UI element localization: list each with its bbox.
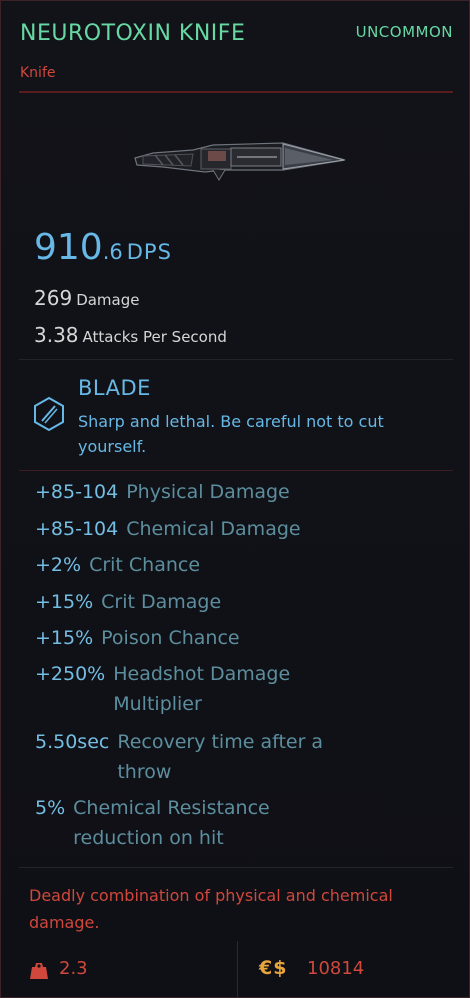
- modifier-label: Crit Damage: [101, 591, 222, 613]
- modifier-row: +2% Crit Chance: [35, 550, 200, 580]
- item-type: Knife: [20, 65, 56, 81]
- modifier-label: Physical Damage: [126, 481, 290, 503]
- modifier-value: +85-104: [35, 481, 119, 503]
- modifier-row: +250% Headshot Damage Multiplier: [35, 659, 293, 719]
- modifier-label: Headshot Damage Multiplier: [113, 663, 291, 715]
- footer-divider: [237, 941, 238, 997]
- modifier-value: +15%: [35, 627, 94, 649]
- stats-divider: [19, 359, 453, 360]
- aps-value: 3.38: [34, 323, 79, 347]
- price-value: 10814: [307, 958, 365, 979]
- flavor-text: Deadly combination of physical and chemi…: [29, 886, 393, 932]
- modifier-row: +15% Poison Chance: [35, 623, 240, 653]
- modifier-label: Chemical Resistance reduction on hit: [73, 797, 270, 849]
- dps-readout: 910.6 DPS: [34, 227, 172, 268]
- modifier-row: +15% Crit Damage: [35, 587, 221, 617]
- weight-icon: [30, 963, 48, 979]
- item-name: NEUROTOXIN KNIFE: [20, 21, 246, 46]
- modifier-value: +15%: [35, 591, 94, 613]
- modifier-row: +85-104 Physical Damage: [35, 477, 290, 507]
- item-rarity: UNCOMMON: [355, 23, 453, 41]
- modifier-row: 5% Chemical Resistance reduction on hit: [35, 793, 288, 853]
- currency-icon: €$: [259, 957, 288, 979]
- dps-unit: DPS: [126, 240, 172, 264]
- modifier-row: 5.50sec Recovery time after a throw: [35, 727, 332, 787]
- modifier-value: 5.50sec: [35, 731, 110, 753]
- modifier-label: Crit Chance: [89, 554, 201, 576]
- modifier-label: Poison Chance: [101, 627, 240, 649]
- item-tooltip-card: NEUROTOXIN KNIFE UNCOMMON Knife 910.6 DPS…: [0, 0, 470, 998]
- header-divider: [19, 91, 453, 93]
- aps-label: Attacks Per Second: [82, 328, 227, 346]
- damage-stat: 269 Damage: [34, 286, 139, 310]
- weight-value: 2.3: [59, 958, 88, 979]
- modifier-label: Chemical Damage: [126, 518, 301, 540]
- dps-whole: 910: [34, 227, 103, 268]
- modifier-row: +85-104 Chemical Damage: [35, 514, 301, 544]
- modifier-value: +250%: [35, 663, 106, 685]
- modifiers-divider: [19, 867, 453, 868]
- mod-description: Sharp and lethal. Be careful not to cut …: [78, 412, 384, 456]
- dps-decimal: .6: [102, 240, 123, 264]
- attacks-per-second-stat: 3.38 Attacks Per Second: [34, 323, 227, 347]
- damage-label: Damage: [76, 291, 140, 309]
- modifier-label: Recovery time after a throw: [117, 731, 324, 783]
- blade-icon: [34, 396, 64, 432]
- mod-title: BLADE: [78, 376, 151, 400]
- knife-icon: [134, 142, 346, 181]
- mod-divider: [19, 470, 453, 471]
- modifier-value: +85-104: [35, 518, 119, 540]
- damage-value: 269: [34, 286, 73, 310]
- modifier-value: 5%: [35, 797, 66, 819]
- modifier-value: +2%: [35, 554, 82, 576]
